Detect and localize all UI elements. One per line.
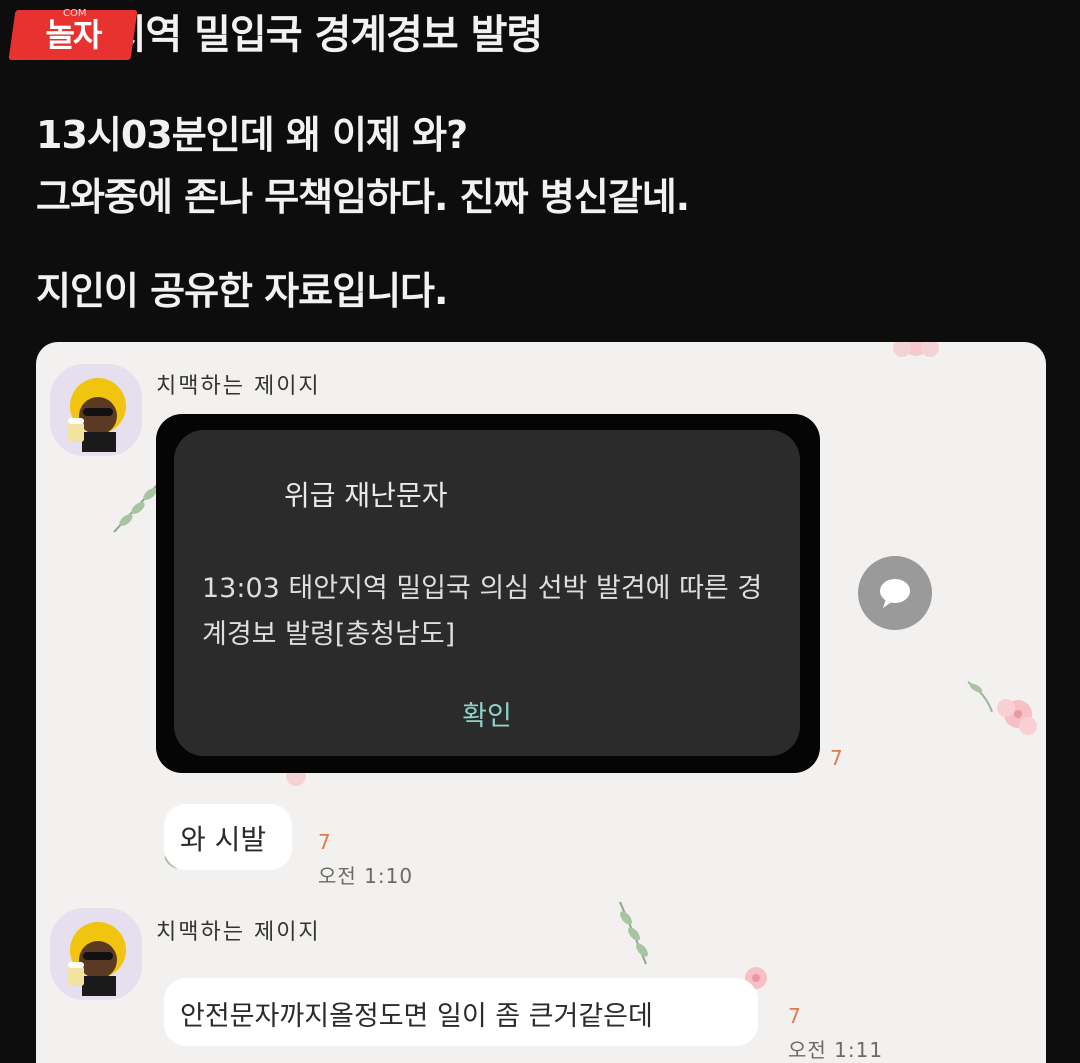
leaf-decoration-icon [619,901,648,965]
alert-title: 위급 재난문자 [284,479,448,512]
unread-count: 7 [788,1004,801,1028]
avatar[interactable] [50,908,142,1000]
message-text: 안전문자까지올정도면 일이 좀 큰거같은데 [180,1001,653,1032]
alert-screenshot[interactable]: 위급 재난문자 13:03 태안지역 밀입국 의심 선박 발견에 따른 경계경보… [156,414,820,773]
unread-count: 7 [318,830,331,854]
sender-name: 치맥하는 제이지 [156,374,321,399]
message-time: 오전 1:11 [788,1038,884,1062]
logo-text: 놀자 [45,16,101,54]
chat-bubble[interactable]: 와 시발 [164,804,292,870]
site-logo[interactable]: COM 놀자 [8,8,138,60]
share-button[interactable] [858,556,932,630]
sender-name: 치맥하는 제이지 [156,920,321,945]
avatar-character-icon [68,378,126,452]
emergency-alert-dialog: 위급 재난문자 13:03 태안지역 밀입국 의심 선박 발견에 따른 경계경보… [174,430,800,756]
message-text: 와 시발 [180,823,267,856]
leaf-decoration-icon [113,483,159,533]
share-icon [880,579,910,608]
post-line-2: 그와중에 존나 무책임하다. 진짜 병신같네. [36,175,690,219]
message-time: 오전 1:10 [318,864,414,888]
post-line-1: 13시03분인데 왜 이제 와? [36,113,468,157]
flower-decoration-icon [893,342,939,357]
post-line-3: 지인이 공유한 자료입니다. [36,269,448,313]
chat-screenshot: 치맥하는 제이지 위급 재난문자 13:03 태안지역 밀입국 의심 선박 발견… [36,342,1046,1063]
flower-decoration-icon [967,681,1037,735]
avatar[interactable] [50,364,142,456]
chat-bubble[interactable]: 안전문자까지올정도면 일이 좀 큰거같은데 [164,978,758,1046]
alert-body: 13:03 태안지역 밀입국 의심 선박 발견에 따른 경계경보 발령[충청남도… [202,573,763,650]
avatar-character-icon [68,922,126,996]
unread-count: 7 [830,746,843,770]
alert-confirm-button: 확인 [462,701,512,732]
